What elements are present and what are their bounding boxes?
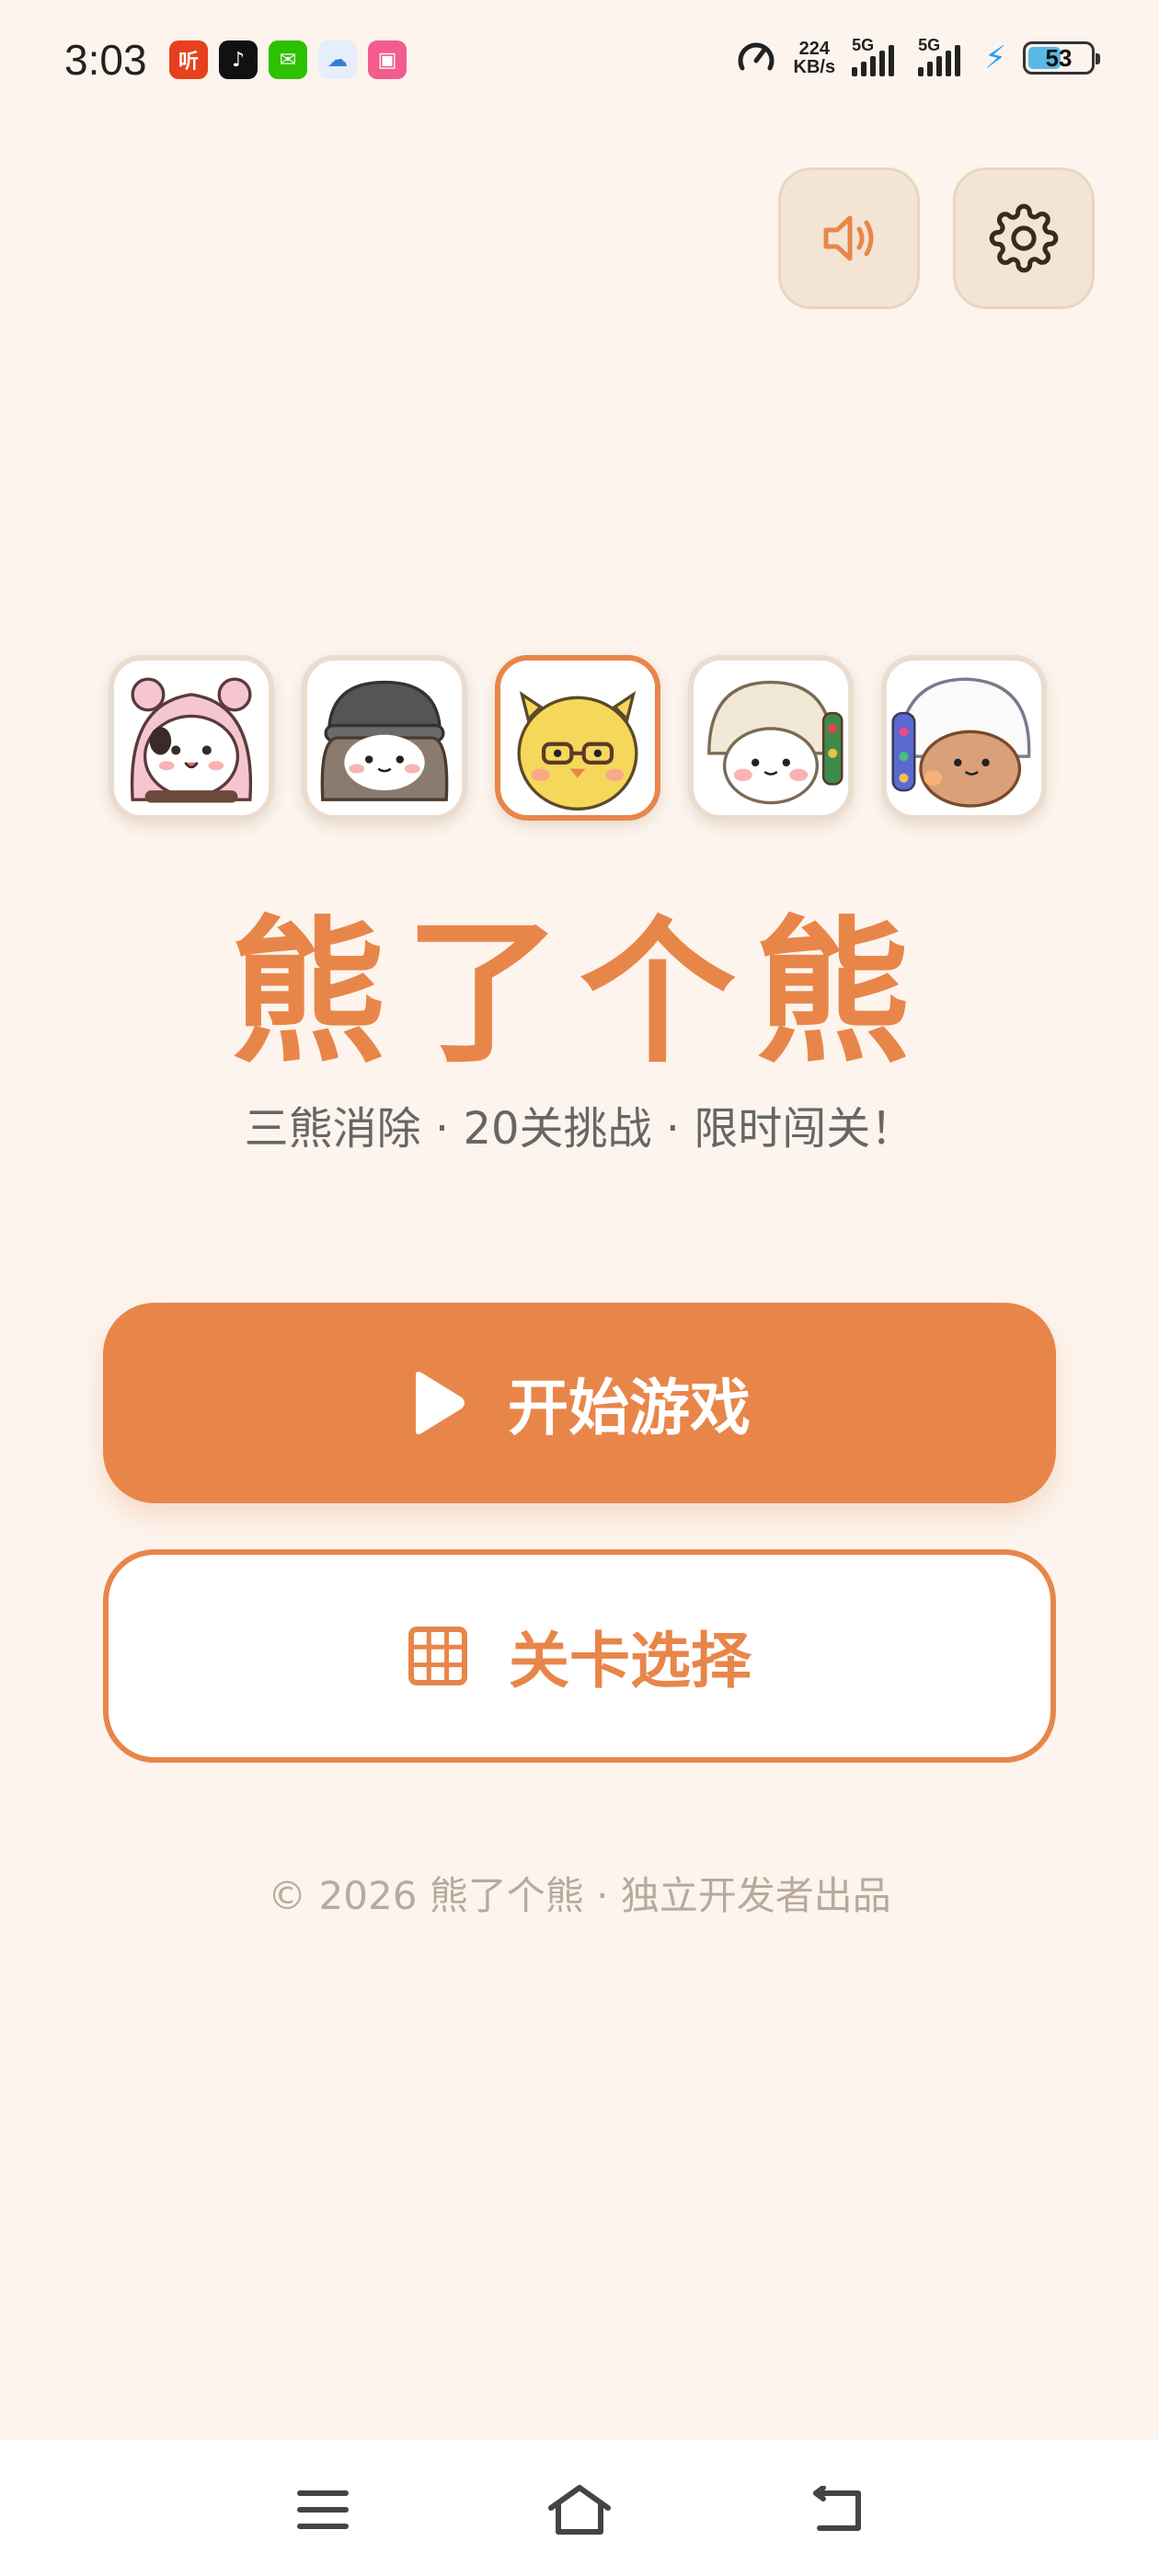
home-icon bbox=[548, 2485, 611, 2535]
listen-app-icon: 听 bbox=[169, 40, 208, 79]
signal-1-icon: 5G bbox=[852, 36, 901, 76]
fur-hat-bear-icon bbox=[694, 661, 848, 815]
network-speed: 224 KB/s bbox=[793, 39, 836, 77]
beanie-bear-icon bbox=[307, 661, 462, 815]
character-yellow-chick-bear[interactable] bbox=[495, 655, 660, 821]
game-title: 熊了个熊 bbox=[229, 903, 929, 1085]
battery-level: 53 bbox=[1045, 43, 1073, 72]
nav-back-button[interactable] bbox=[806, 2480, 870, 2539]
gear-icon bbox=[989, 203, 1059, 273]
settings-button[interactable] bbox=[953, 167, 1095, 309]
battery-icon: 53 bbox=[1023, 41, 1100, 75]
character-selector bbox=[109, 655, 1047, 821]
bili-app-icon: ▣ bbox=[368, 40, 407, 79]
speedometer-icon bbox=[738, 42, 774, 71]
start-game-button[interactable]: 开始游戏 bbox=[103, 1303, 1056, 1503]
play-icon bbox=[416, 1372, 465, 1434]
nav-menu-button[interactable] bbox=[291, 2480, 355, 2539]
cloud-app-icon: ☁ bbox=[318, 40, 357, 79]
back-icon bbox=[813, 2486, 861, 2531]
tiktok-app-icon: ♪ bbox=[219, 40, 258, 79]
signal-2-icon: 5G bbox=[918, 36, 968, 76]
yellow-chick-bear-icon bbox=[500, 661, 655, 815]
menu-icon bbox=[297, 2490, 349, 2529]
character-fur-hat-bear[interactable] bbox=[688, 655, 854, 821]
nav-home-button[interactable] bbox=[547, 2480, 612, 2539]
character-beanie-bear[interactable] bbox=[302, 655, 467, 821]
level-select-button[interactable]: 关卡选择 bbox=[103, 1549, 1056, 1763]
status-bar: 3:03 听 ♪ ✉ ☁ ▣ 224 KB/s 5G 5G ⚡ 53 bbox=[0, 0, 1159, 120]
speaker-icon bbox=[823, 215, 874, 261]
grid-icon bbox=[408, 1627, 467, 1685]
character-brown-fur-hat-bear[interactable] bbox=[881, 655, 1047, 821]
system-nav-bar bbox=[0, 2440, 1159, 2576]
footer-copyright: © 2026 熊了个熊 · 独立开发者出品 bbox=[268, 1873, 891, 1918]
level-select-label: 关卡选择 bbox=[509, 1626, 752, 1696]
pink-hood-bear-icon bbox=[114, 661, 269, 815]
wechat-app-icon: ✉ bbox=[269, 40, 307, 79]
status-time: 3:03 bbox=[64, 36, 147, 84]
status-right: 224 KB/s 5G 5G ⚡ 53 bbox=[735, 36, 1100, 79]
brown-fur-hat-bear-icon bbox=[887, 661, 1041, 815]
character-pink-hood-bear[interactable] bbox=[109, 655, 274, 821]
charging-icon: ⚡ bbox=[984, 40, 1006, 76]
game-subtitle: 三熊消除 · 20关挑战 · 限时闯关！ bbox=[244, 1103, 915, 1155]
sound-button[interactable] bbox=[778, 167, 920, 309]
start-game-label: 开始游戏 bbox=[508, 1373, 751, 1443]
notification-app-icons: 听 ♪ ✉ ☁ ▣ bbox=[169, 40, 407, 79]
